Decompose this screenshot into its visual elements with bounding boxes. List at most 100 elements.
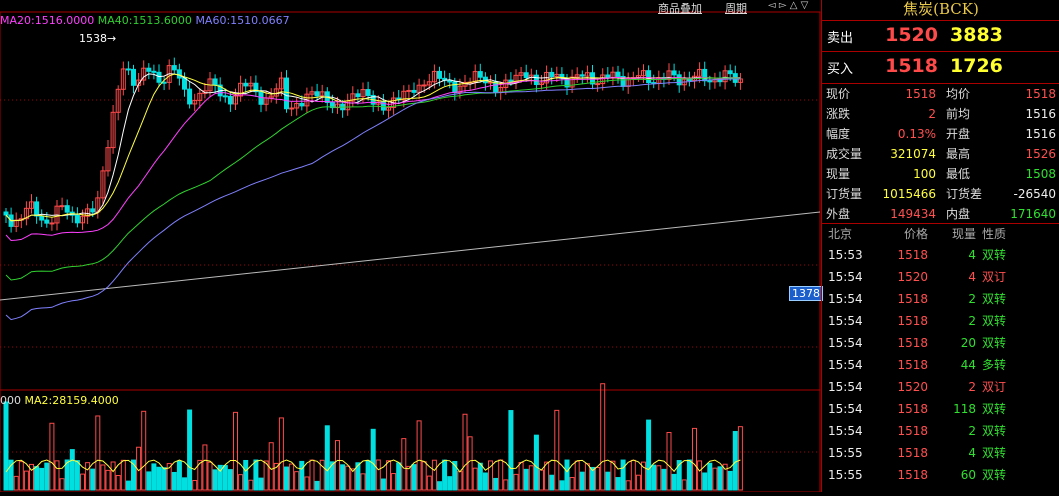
tick-type: 双转 bbox=[982, 402, 1007, 416]
stat-l2: 前均 bbox=[946, 107, 971, 121]
candle-body bbox=[702, 68, 708, 82]
volume-bar bbox=[248, 479, 254, 491]
candle-body bbox=[727, 70, 733, 75]
candle-body bbox=[64, 205, 70, 213]
volume-bar bbox=[579, 471, 585, 491]
high-price-label: 1538→ bbox=[79, 32, 117, 45]
tick-time: 15:54 bbox=[828, 270, 863, 284]
stat-v1: 2 bbox=[928, 107, 936, 121]
tick-row: 15:54 1520 4 双订 bbox=[822, 266, 1059, 288]
tick-row: 15:54 1518 44 多转 bbox=[822, 354, 1059, 376]
overlay-button[interactable]: 商品叠加 bbox=[658, 0, 702, 16]
down-arrow-icon[interactable]: ▽ bbox=[801, 0, 809, 11]
volume-bar bbox=[207, 461, 213, 491]
candle-body bbox=[171, 65, 177, 71]
tick-price: 1518 bbox=[897, 314, 928, 328]
tick-vol: 60 bbox=[960, 468, 976, 482]
candle-body bbox=[49, 222, 55, 225]
volume-bar bbox=[284, 466, 289, 491]
nav-buttons[interactable]: ◅ ▻ △ ▽ bbox=[768, 0, 808, 11]
volume-bar bbox=[161, 467, 167, 491]
volume-bar bbox=[268, 442, 274, 491]
tick-price: 1518 bbox=[897, 468, 928, 482]
tick-row: 15:54 1518 118 双转 bbox=[822, 398, 1059, 420]
volume-bar bbox=[692, 427, 697, 491]
candle-body bbox=[59, 205, 65, 208]
tick-price: 1518 bbox=[897, 292, 928, 306]
volume-bar bbox=[100, 464, 106, 491]
up-arrow-icon[interactable]: △ bbox=[790, 0, 798, 11]
candle-body bbox=[156, 71, 162, 83]
kline-chart[interactable]: MA20:1516.0000 MA40:1513.6000 MA60:1510.… bbox=[0, 0, 823, 493]
stats-row: 现价 1518 均价 1518 bbox=[822, 84, 1059, 104]
volume-bar bbox=[39, 467, 45, 491]
candle-body bbox=[508, 79, 514, 83]
volume-bar bbox=[44, 462, 50, 491]
candle-body bbox=[579, 74, 585, 77]
stat-l1: 幅度 bbox=[826, 127, 851, 141]
volume-bar bbox=[442, 459, 448, 491]
volume-bar bbox=[564, 459, 570, 491]
volume-bar bbox=[222, 465, 228, 491]
volume-bar bbox=[3, 401, 9, 491]
quote-panel: 焦炭(BCK) 卖出 1520 3883 买入 1518 1726 现价 1518… bbox=[821, 0, 1059, 492]
volume-bar bbox=[584, 463, 590, 491]
candle-body bbox=[365, 89, 371, 96]
stat-l2: 最低 bbox=[946, 167, 971, 181]
volume-bar bbox=[289, 463, 295, 491]
tick-time: 15:54 bbox=[828, 424, 863, 438]
volume-bar bbox=[539, 469, 544, 491]
volume-bar bbox=[13, 475, 19, 491]
volume-bar bbox=[324, 425, 330, 491]
candle-body bbox=[39, 215, 45, 221]
volume-bar bbox=[518, 462, 524, 491]
volume-bar bbox=[90, 468, 96, 491]
volume-bar bbox=[508, 410, 514, 491]
tick-header-time: 北京 bbox=[828, 227, 853, 241]
volume-bar bbox=[34, 466, 40, 491]
volume-bar bbox=[406, 465, 412, 491]
candlestick-svg[interactable] bbox=[0, 0, 821, 493]
volume-bar bbox=[712, 467, 718, 491]
volume-bar bbox=[182, 477, 187, 491]
tick-time: 15:55 bbox=[828, 446, 863, 460]
candle-body bbox=[605, 74, 611, 79]
volume-prefix: 000 bbox=[0, 394, 21, 407]
volume-bar bbox=[605, 471, 611, 491]
volume-bar bbox=[513, 473, 519, 491]
buy-price: 1518 bbox=[885, 55, 938, 77]
candle-body bbox=[477, 71, 483, 78]
volume-bar bbox=[391, 473, 397, 491]
candle-body bbox=[595, 83, 601, 86]
stats-row: 幅度 0.13% 开盘 1516 bbox=[822, 124, 1059, 144]
right-arrow-icon[interactable]: ▻ bbox=[779, 0, 787, 11]
volume-bar bbox=[615, 477, 621, 491]
tick-price: 1518 bbox=[897, 446, 928, 460]
volume-bar bbox=[472, 467, 478, 491]
candle-body bbox=[646, 70, 652, 84]
volume-bar bbox=[421, 461, 427, 491]
volume-bar bbox=[365, 460, 371, 491]
stat-l1: 现价 bbox=[826, 87, 851, 101]
volume-bar bbox=[431, 459, 437, 491]
candle-body bbox=[284, 77, 289, 110]
tick-price: 1520 bbox=[897, 270, 928, 284]
volume-bar bbox=[171, 471, 177, 491]
period-button[interactable]: 周期 bbox=[725, 0, 747, 16]
volume-bar bbox=[314, 480, 320, 491]
tick-row: 15:55 1518 60 双转 bbox=[822, 464, 1059, 486]
volume-bar bbox=[528, 465, 534, 491]
tick-header-type: 性质 bbox=[982, 227, 1007, 241]
volume-bar bbox=[600, 383, 606, 491]
left-arrow-icon[interactable]: ◅ bbox=[768, 0, 776, 11]
tick-vol: 118 bbox=[953, 402, 976, 416]
volume-bar bbox=[238, 474, 244, 491]
stat-l2: 订货差 bbox=[946, 187, 983, 201]
candle-body bbox=[222, 95, 228, 98]
tick-vol: 2 bbox=[968, 424, 976, 438]
volume-bar bbox=[447, 476, 453, 491]
candle-body bbox=[707, 80, 713, 83]
sell-price: 1520 bbox=[885, 24, 938, 46]
sell-volume: 3883 bbox=[950, 24, 1003, 46]
buy-label: 买入 bbox=[827, 62, 854, 77]
